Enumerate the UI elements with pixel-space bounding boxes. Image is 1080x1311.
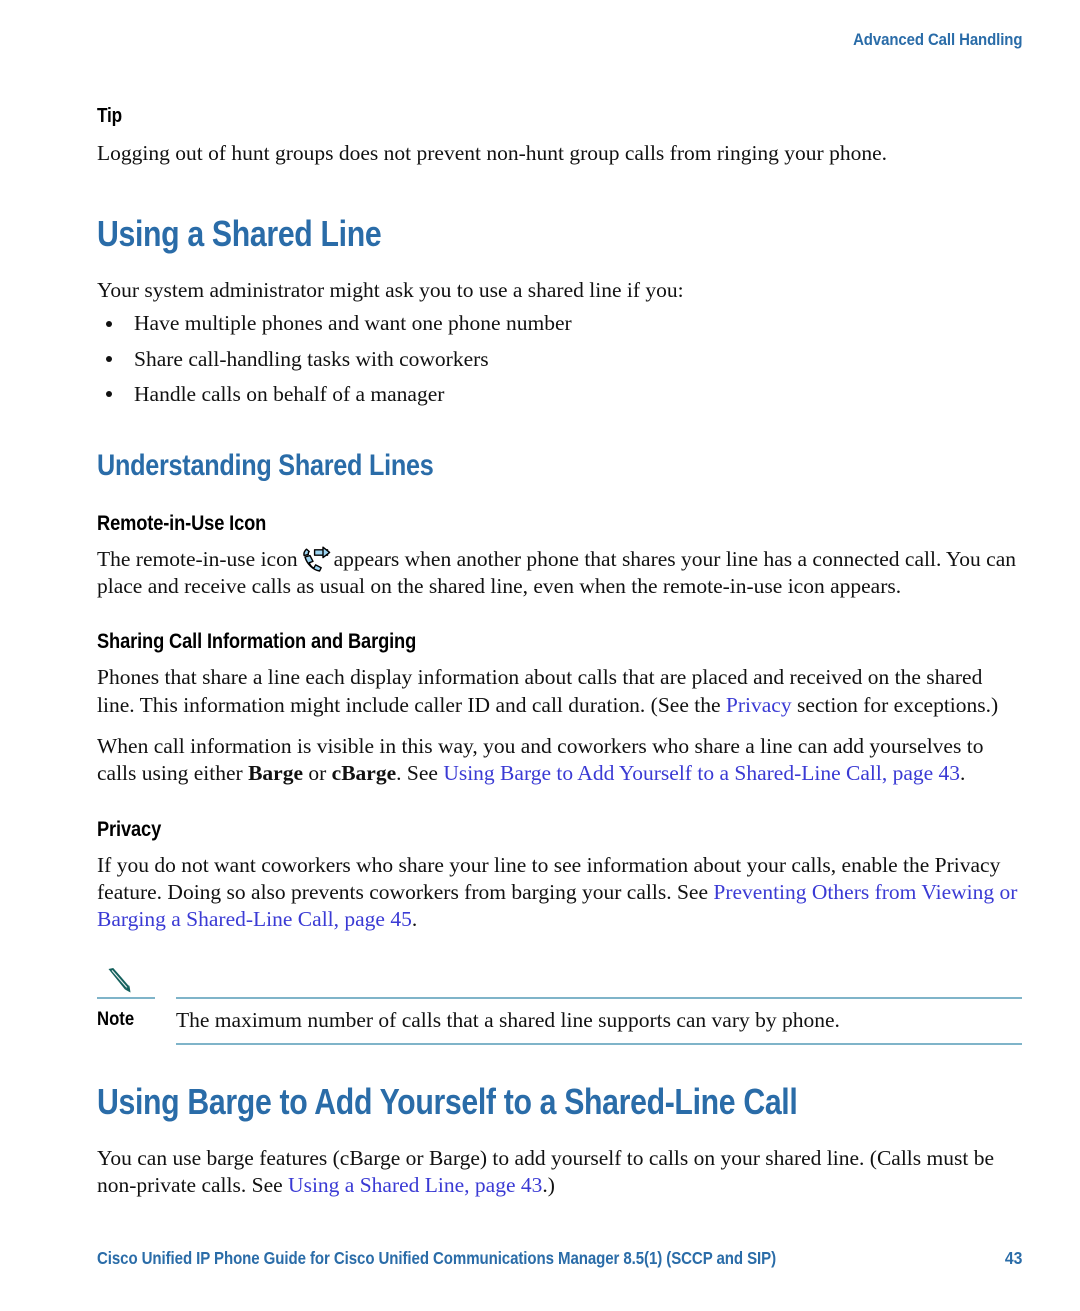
note-rule-bottom (176, 1042, 1022, 1045)
note-label: Note (97, 1009, 135, 1031)
note-callout: Note The maximum number of calls that a … (97, 968, 1022, 1045)
sharing-text-2end: . (960, 761, 966, 786)
subheading-remote-in-use-icon: Remote-in-Use Icon (97, 511, 267, 535)
list-item-label: Have multiple phones and want one phone … (134, 311, 572, 336)
document-page: Advanced Call Handling Tip Logging out o… (0, 0, 1080, 1311)
section-heading-using-barge: Using Barge to Add Yourself to a Shared-… (97, 1080, 798, 1122)
list-item: Handle calls on behalf of a manager (97, 381, 1022, 408)
cbarge-term: cBarge (331, 761, 397, 786)
footer-page-number: 43 (1004, 1248, 1022, 1268)
sharing-text-2mid: or (303, 761, 332, 786)
page-footer: Cisco Unified IP Phone Guide for Cisco U… (97, 1248, 1022, 1269)
sharing-text-2b: . See (396, 761, 444, 786)
bullet-dot-icon (106, 320, 112, 327)
list-item: Share call-handling tasks with coworkers (97, 346, 1022, 373)
page-content: Tip Logging out of hunt groups does not … (97, 105, 1022, 1213)
section-heading-understanding-shared-lines: Understanding Shared Lines (97, 449, 434, 483)
remote-in-use-text-before: The remote-in-use icon (97, 546, 298, 571)
list-item-label: Handle calls on behalf of a manager (134, 381, 445, 406)
shared-line-reasons-list: Have multiple phones and want one phone … (97, 310, 1022, 408)
link-using-a-shared-line[interactable]: Using a Shared Line, page 43 (288, 1173, 542, 1197)
barge-text-b: .) (542, 1172, 555, 1197)
tip-label: Tip (97, 105, 122, 127)
barge-paragraph: You can use barge features (cBarge or Ba… (97, 1145, 1022, 1200)
subheading-sharing-call-information-and-barging: Sharing Call Information and Barging (97, 630, 417, 654)
sharing-paragraph-2: When call information is visible in this… (97, 733, 1022, 788)
barge-term: Barge (248, 761, 303, 786)
note-row: Note The maximum number of calls that a … (97, 973, 1022, 1034)
footer-title: Cisco Unified IP Phone Guide for Cisco U… (97, 1248, 777, 1268)
subheading-privacy: Privacy (97, 817, 162, 841)
remote-in-use-phone-icon (301, 546, 331, 572)
chapter-intro-paragraph: Your system administrator might ask you … (97, 278, 684, 303)
note-text: The maximum number of calls that a share… (176, 1008, 840, 1033)
running-header: Advanced Call Handling (852, 30, 1022, 49)
link-using-barge-to-add-yourself[interactable]: Using Barge to Add Yourself to a Shared-… (443, 761, 960, 785)
tip-paragraph: Logging out of hunt groups does not prev… (97, 141, 888, 165)
remote-in-use-paragraph: The remote-in-use icon appears when anot… (97, 546, 1022, 601)
bullet-dot-icon (106, 391, 112, 398)
page-title: Using a Shared Line (97, 213, 382, 255)
privacy-text-b: . (411, 907, 418, 932)
privacy-paragraph: If you do not want coworkers who share y… (97, 852, 1022, 934)
list-item-label: Share call-handling tasks with coworkers (134, 346, 489, 371)
sharing-paragraph-1: Phones that share a line each display in… (97, 664, 1022, 719)
list-item: Have multiple phones and want one phone … (97, 310, 1022, 337)
link-privacy-section[interactable]: Privacy (726, 693, 792, 717)
sharing-text-1b: section for exceptions.) (791, 692, 999, 717)
bullet-dot-icon (106, 356, 112, 362)
